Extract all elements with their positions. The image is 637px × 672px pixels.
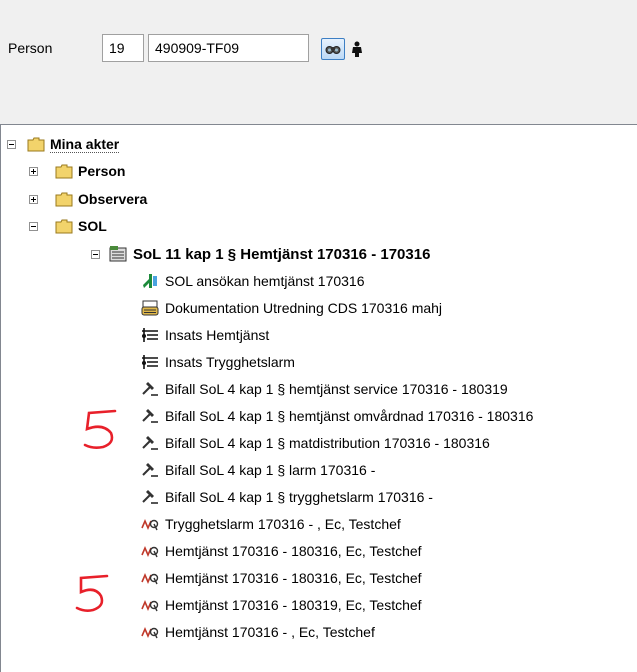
- tree-node-observera[interactable]: Observera: [55, 188, 147, 210]
- tree-item-verkstallighet[interactable]: Trygghetslarm 170316 - , Ec, Testchef: [141, 513, 401, 535]
- collapse-sol-expander[interactable]: [29, 222, 38, 231]
- window-top-strip: [0, 0, 637, 12]
- person-label: Person: [8, 40, 53, 56]
- tree-label: Insats Trygghetslarm: [165, 354, 295, 370]
- tree-label: Insats Hemtjänst: [165, 327, 270, 343]
- tree-node-person[interactable]: Person: [55, 160, 125, 182]
- tree-label: Dokumentation Utredning CDS 170316 mahj: [165, 300, 443, 316]
- tree-label: Hemtjänst 170316 - 180316, Ec, Testchef: [165, 570, 422, 586]
- tree-label: SoL 11 kap 1 § Hemtjänst 170316 - 170316: [133, 245, 431, 263]
- tree-label: Person: [78, 163, 126, 179]
- folder-icon: [27, 137, 45, 151]
- tree-item-verkstallighet[interactable]: Hemtjänst 170316 - , Ec, Testchef: [141, 621, 375, 643]
- tree-item-dokumentation[interactable]: Dokumentation Utredning CDS 170316 mahj: [141, 297, 442, 319]
- tree-item-insats-trygghetslarm[interactable]: Insats Trygghetslarm: [141, 351, 295, 373]
- folder-icon: [55, 164, 73, 178]
- tree-item-verkstallighet[interactable]: Hemtjänst 170316 - 180316, Ec, Testchef: [141, 567, 422, 589]
- tree-item-ansokan[interactable]: SOL ansökan hemtjänst 170316: [141, 270, 365, 292]
- tree-node-mina-akter[interactable]: Mina akter: [27, 133, 120, 155]
- person-icon[interactable]: [351, 41, 363, 57]
- expand-person-expander[interactable]: [29, 167, 38, 176]
- folder-icon: [55, 219, 73, 233]
- tree-label: Bifall SoL 4 kap 1 § hemtjänst omvårdnad…: [165, 408, 534, 424]
- typewriter-icon: [141, 300, 159, 316]
- search-button[interactable]: [321, 38, 345, 60]
- tree-label: Bifall SoL 4 kap 1 § trygghetslarm 17031…: [165, 489, 433, 505]
- tree-item-bifall[interactable]: Bifall SoL 4 kap 1 § larm 170316 -: [141, 459, 375, 481]
- insats-icon: [142, 328, 158, 342]
- handwritten-annotation-5: [83, 409, 117, 449]
- expand-observera-expander[interactable]: [29, 195, 38, 204]
- tree-item-verkstallighet[interactable]: Hemtjänst 170316 - 180319, Ec, Testchef: [141, 594, 422, 616]
- tree-item-bifall[interactable]: Bifall SoL 4 kap 1 § hemtjänst omvårdnad…: [141, 405, 533, 427]
- gavel-icon: [142, 490, 158, 504]
- execution-icon: [141, 518, 159, 531]
- tree-label: Hemtjänst 170316 - 180316, Ec, Testchef: [165, 543, 422, 559]
- tree-node-sol[interactable]: SOL: [55, 215, 107, 237]
- handwritten-annotation-5: [75, 574, 109, 612]
- gavel-icon: [142, 436, 158, 450]
- case-tree[interactable]: Mina akter Person Observera SOL SoL 11 k…: [0, 124, 637, 672]
- tree-label: Trygghetslarm 170316 - , Ec, Testchef: [165, 516, 401, 532]
- tree-label: Mina akter: [50, 135, 120, 153]
- tree-label: SOL ansökan hemtjänst 170316: [165, 273, 365, 289]
- insats-icon: [142, 355, 158, 369]
- application-icon: [143, 274, 157, 288]
- tree-item-bifall[interactable]: Bifall SoL 4 kap 1 § trygghetslarm 17031…: [141, 486, 433, 508]
- execution-icon: [141, 545, 159, 558]
- gavel-icon: [142, 382, 158, 396]
- folder-icon: [55, 192, 73, 206]
- execution-icon: [141, 626, 159, 639]
- tree-label: Bifall SoL 4 kap 1 § matdistribution 170…: [165, 435, 490, 451]
- tree-node-case[interactable]: SoL 11 kap 1 § Hemtjänst 170316 - 170316: [109, 243, 430, 265]
- gavel-icon: [142, 409, 158, 423]
- collapse-case-expander[interactable]: [91, 250, 100, 259]
- century-input[interactable]: 19: [102, 34, 144, 62]
- tree-item-verkstallighet[interactable]: Hemtjänst 170316 - 180316, Ec, Testchef: [141, 540, 422, 562]
- case-icon: [109, 246, 127, 262]
- tree-item-insats-hemtjanst[interactable]: Insats Hemtjänst: [141, 324, 269, 346]
- tree-item-bifall[interactable]: Bifall SoL 4 kap 1 § hemtjänst service 1…: [141, 378, 508, 400]
- binoculars-icon: [325, 46, 341, 54]
- tree-label: SOL: [78, 218, 107, 234]
- execution-icon: [141, 572, 159, 585]
- gavel-icon: [142, 463, 158, 477]
- execution-icon: [141, 599, 159, 612]
- tree-label: Hemtjänst 170316 - , Ec, Testchef: [165, 624, 375, 640]
- tree-label: Hemtjänst 170316 - 180319, Ec, Testchef: [165, 597, 422, 613]
- collapse-root-expander[interactable]: [7, 140, 16, 149]
- tree-label: Bifall SoL 4 kap 1 § hemtjänst service 1…: [165, 381, 508, 397]
- tree-label: Bifall SoL 4 kap 1 § larm 170316 -: [165, 462, 376, 478]
- tree-label: Observera: [78, 191, 148, 207]
- personnummer-input[interactable]: 490909-TF09: [148, 34, 309, 62]
- tree-item-bifall[interactable]: Bifall SoL 4 kap 1 § matdistribution 170…: [141, 432, 490, 454]
